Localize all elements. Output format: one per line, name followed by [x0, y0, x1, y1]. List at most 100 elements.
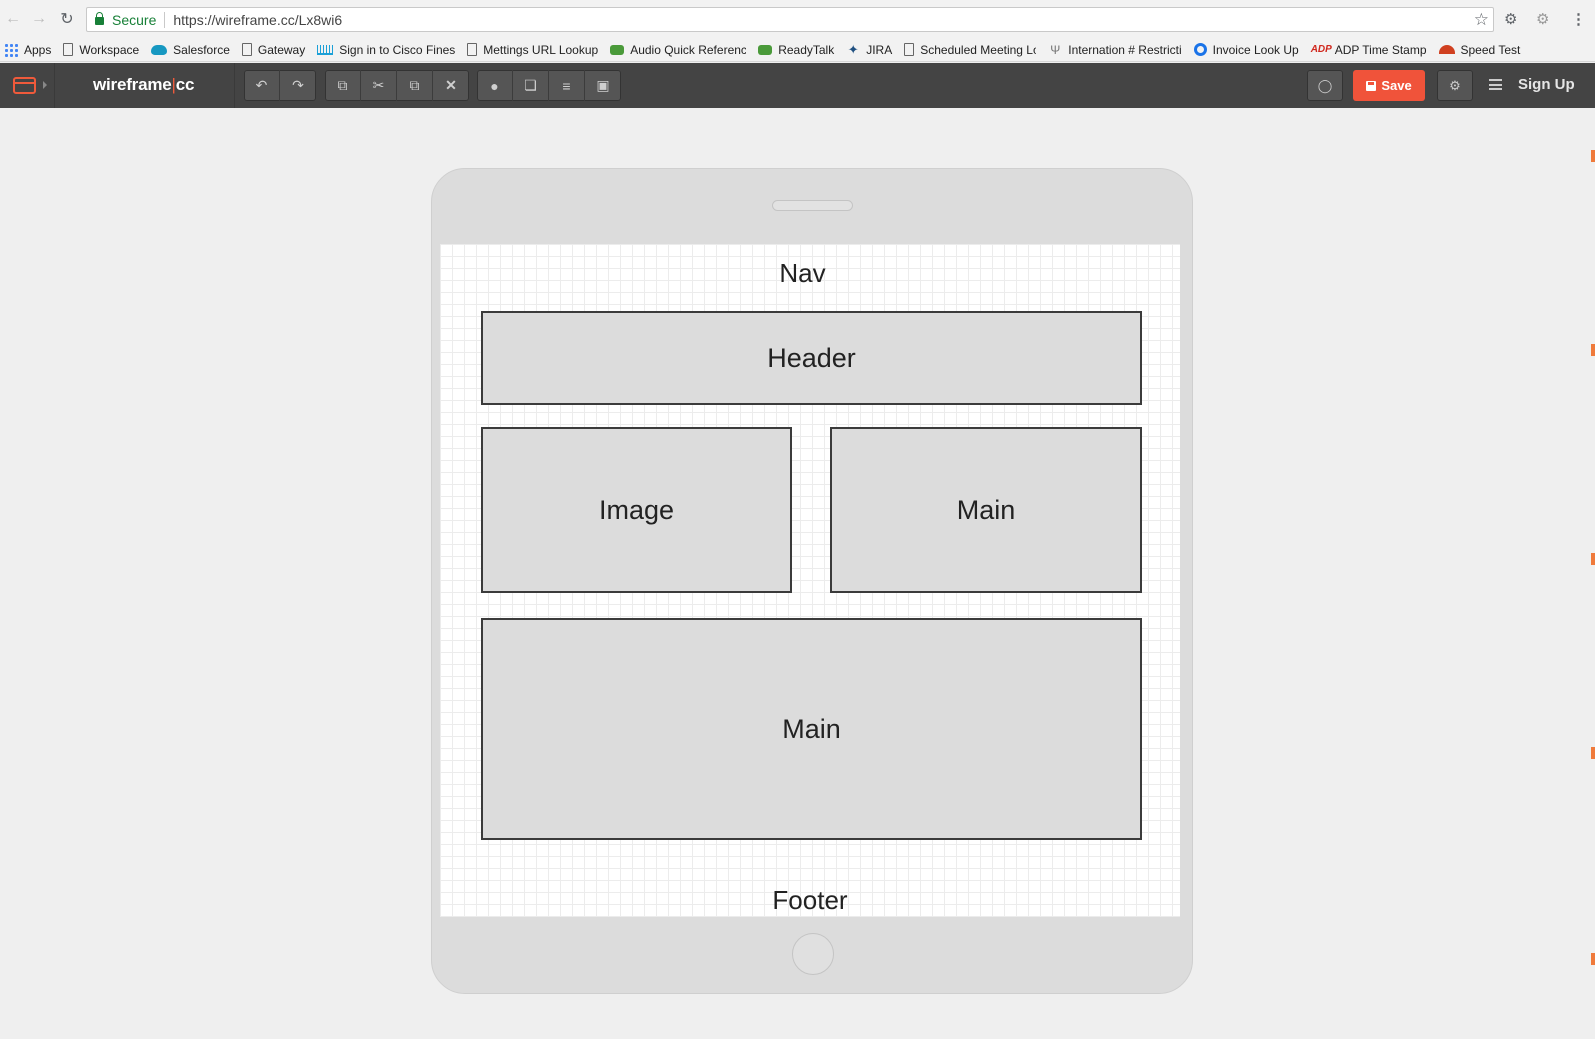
speedometer-icon [1438, 45, 1455, 54]
bookmark-jira[interactable]: ✦ JIRA [846, 41, 893, 57]
wireframe-canvas[interactable]: Nav Header Image Main Main Footer [440, 244, 1180, 917]
image-block[interactable]: Image [481, 427, 792, 593]
page-icon [904, 43, 915, 56]
bookmark-label: Audio Quick Referenc [630, 42, 747, 57]
edge-marker [1591, 553, 1595, 565]
bookmarks-bar: Apps Workspace Salesforce Gateway Sign i… [0, 38, 1595, 62]
bookmark-cisco[interactable]: Sign in to Cisco Finess [317, 43, 455, 57]
cut-button[interactable]: ✂ [361, 70, 397, 101]
browser-address-row: ← → ↻ Secure https://wireframe.cc/Lx8wi6… [0, 0, 1595, 38]
main-block-right[interactable]: Main [830, 427, 1142, 593]
bookmark-adp-time-stamp[interactable]: ADP ADP Time Stamp [1311, 43, 1427, 57]
bookmark-label: Invoice Look Up [1212, 42, 1299, 57]
page-icon [467, 43, 478, 56]
jira-icon: ✦ [847, 41, 859, 57]
brand-name-left: wireframe [93, 75, 172, 94]
bookmark-speed-test[interactable]: Speed Test [1438, 42, 1521, 57]
bookmark-internation-restrict[interactable]: Ψ Internation # Restricti [1048, 43, 1181, 57]
arrange-group: ● ❏ ≡ ▣ [477, 70, 621, 101]
bookmark-star-icon[interactable]: ☆ [1474, 10, 1489, 30]
history-group: ↶ ↷ [244, 70, 316, 101]
bookmark-label: Scheduled Meeting Lo [920, 42, 1037, 57]
secure-label: Secure [112, 11, 157, 28]
settings-button[interactable]: ⚙ [1437, 70, 1473, 101]
header-block[interactable]: Header [481, 311, 1142, 405]
url-text: https://wireframe.cc/Lx8wi6 [173, 11, 343, 28]
extension-puzzle-icon[interactable]: ⚙ [1504, 10, 1517, 28]
save-label: Save [1381, 78, 1412, 93]
browser-window-icon [13, 77, 36, 94]
group-icon: ▣ [596, 77, 610, 93]
edge-marker [1591, 953, 1595, 965]
footer-label[interactable]: Footer [440, 885, 1180, 916]
comment-bubble-icon: ◯ [1317, 77, 1333, 93]
redo-icon: ↷ [292, 77, 304, 93]
undo-button[interactable]: ↶ [244, 70, 280, 101]
bookmark-invoice-look-up[interactable]: Invoice Look Up [1193, 42, 1299, 57]
comments-button[interactable]: ◯ [1307, 70, 1343, 101]
edge-marker [1591, 150, 1595, 162]
bookmark-salesforce[interactable]: Salesforce [151, 43, 230, 57]
align-left-icon: ≡ [562, 77, 571, 94]
toolbar-divider [234, 63, 235, 108]
edge-marker [1591, 747, 1595, 759]
bookmark-label: ReadyTalk [778, 42, 835, 57]
main-block-bottom[interactable]: Main [481, 618, 1142, 840]
layers-icon: ❏ [524, 77, 537, 93]
bookmark-label: Internation # Restricti [1068, 42, 1182, 57]
bookmark-label: Mettings URL Lookup [483, 42, 599, 57]
align-button[interactable]: ≡ [549, 70, 585, 101]
cisco-icon [317, 44, 334, 55]
save-button[interactable]: Save [1353, 70, 1425, 101]
sign-up-link[interactable]: Sign Up [1518, 76, 1575, 93]
bookmark-scheduled-meeting[interactable]: Scheduled Meeting Lo [904, 43, 1036, 57]
extension-icon[interactable]: ⚙ [1536, 10, 1549, 28]
reload-icon[interactable]: ↻ [55, 7, 79, 31]
caret-right-icon [43, 81, 47, 89]
bookmark-meetings-url[interactable]: Mettings URL Lookup [467, 43, 598, 57]
bring-to-front-button[interactable]: ❏ [513, 70, 549, 101]
brand-name-right: cc [175, 75, 195, 94]
chat-bubble-icon [610, 44, 625, 55]
bookmark-label: Apps [24, 42, 52, 57]
bookmark-label: Speed Test [1460, 42, 1521, 57]
secure-indicator[interactable]: Secure [87, 12, 156, 28]
copy-button[interactable]: ⧉ [325, 70, 361, 101]
back-arrow-icon[interactable]: ← [1, 7, 25, 31]
bookmark-label: Workspace [79, 42, 140, 57]
bookmark-label: ADP Time Stamp [1334, 42, 1427, 57]
address-bar[interactable]: Secure https://wireframe.cc/Lx8wi6 ☆ [86, 7, 1494, 32]
undo-icon: ↶ [255, 77, 268, 93]
tablet-home-button [792, 933, 834, 975]
salesforce-cloud-icon [151, 44, 168, 55]
chat-bubble-icon [758, 44, 773, 55]
group-button[interactable]: ▣ [585, 70, 621, 101]
paste-button[interactable]: ⧉ [397, 70, 433, 101]
bookmark-label: Salesforce [173, 42, 230, 57]
app-menu-button[interactable] [0, 63, 55, 108]
bookmark-gateway[interactable]: Gateway [241, 43, 305, 57]
bookmark-workspace[interactable]: Workspace [63, 43, 139, 57]
delete-button[interactable]: ✕ [433, 70, 469, 101]
bookmark-apps[interactable]: Apps [4, 42, 52, 57]
antenna-icon: Ψ [1050, 42, 1061, 57]
bookmark-readytalk[interactable]: ReadyTalk [758, 43, 834, 57]
ring-icon [1193, 43, 1207, 56]
browser-menu-icon[interactable]: ⋮ [1571, 10, 1586, 28]
gears-icon: ⚙ [1449, 77, 1461, 93]
hamburger-menu-icon[interactable] [1489, 79, 1502, 90]
forward-arrow-icon[interactable]: → [27, 7, 51, 31]
nav-label[interactable]: Nav [440, 258, 1165, 289]
bookmark-label: JIRA [866, 42, 893, 57]
floppy-disk-icon [1366, 80, 1377, 91]
app-toolbar: wireframe|cc ↶ ↷ ⧉ ✂ ⧉ ✕ ● ❏ ≡ ▣ ◯ Save … [0, 63, 1595, 108]
bookmark-audio-quick-reference[interactable]: Audio Quick Referenc [610, 43, 746, 57]
clipboard-group: ⧉ ✂ ⧉ ✕ [325, 70, 469, 101]
page-icon [241, 43, 252, 56]
apps-icon [4, 42, 18, 57]
edge-marker [1591, 344, 1595, 356]
redo-button[interactable]: ↷ [280, 70, 316, 101]
lock-button[interactable]: ● [477, 70, 513, 101]
adp-icon: ADP [1310, 43, 1332, 55]
copy-icon: ⧉ [337, 77, 348, 93]
